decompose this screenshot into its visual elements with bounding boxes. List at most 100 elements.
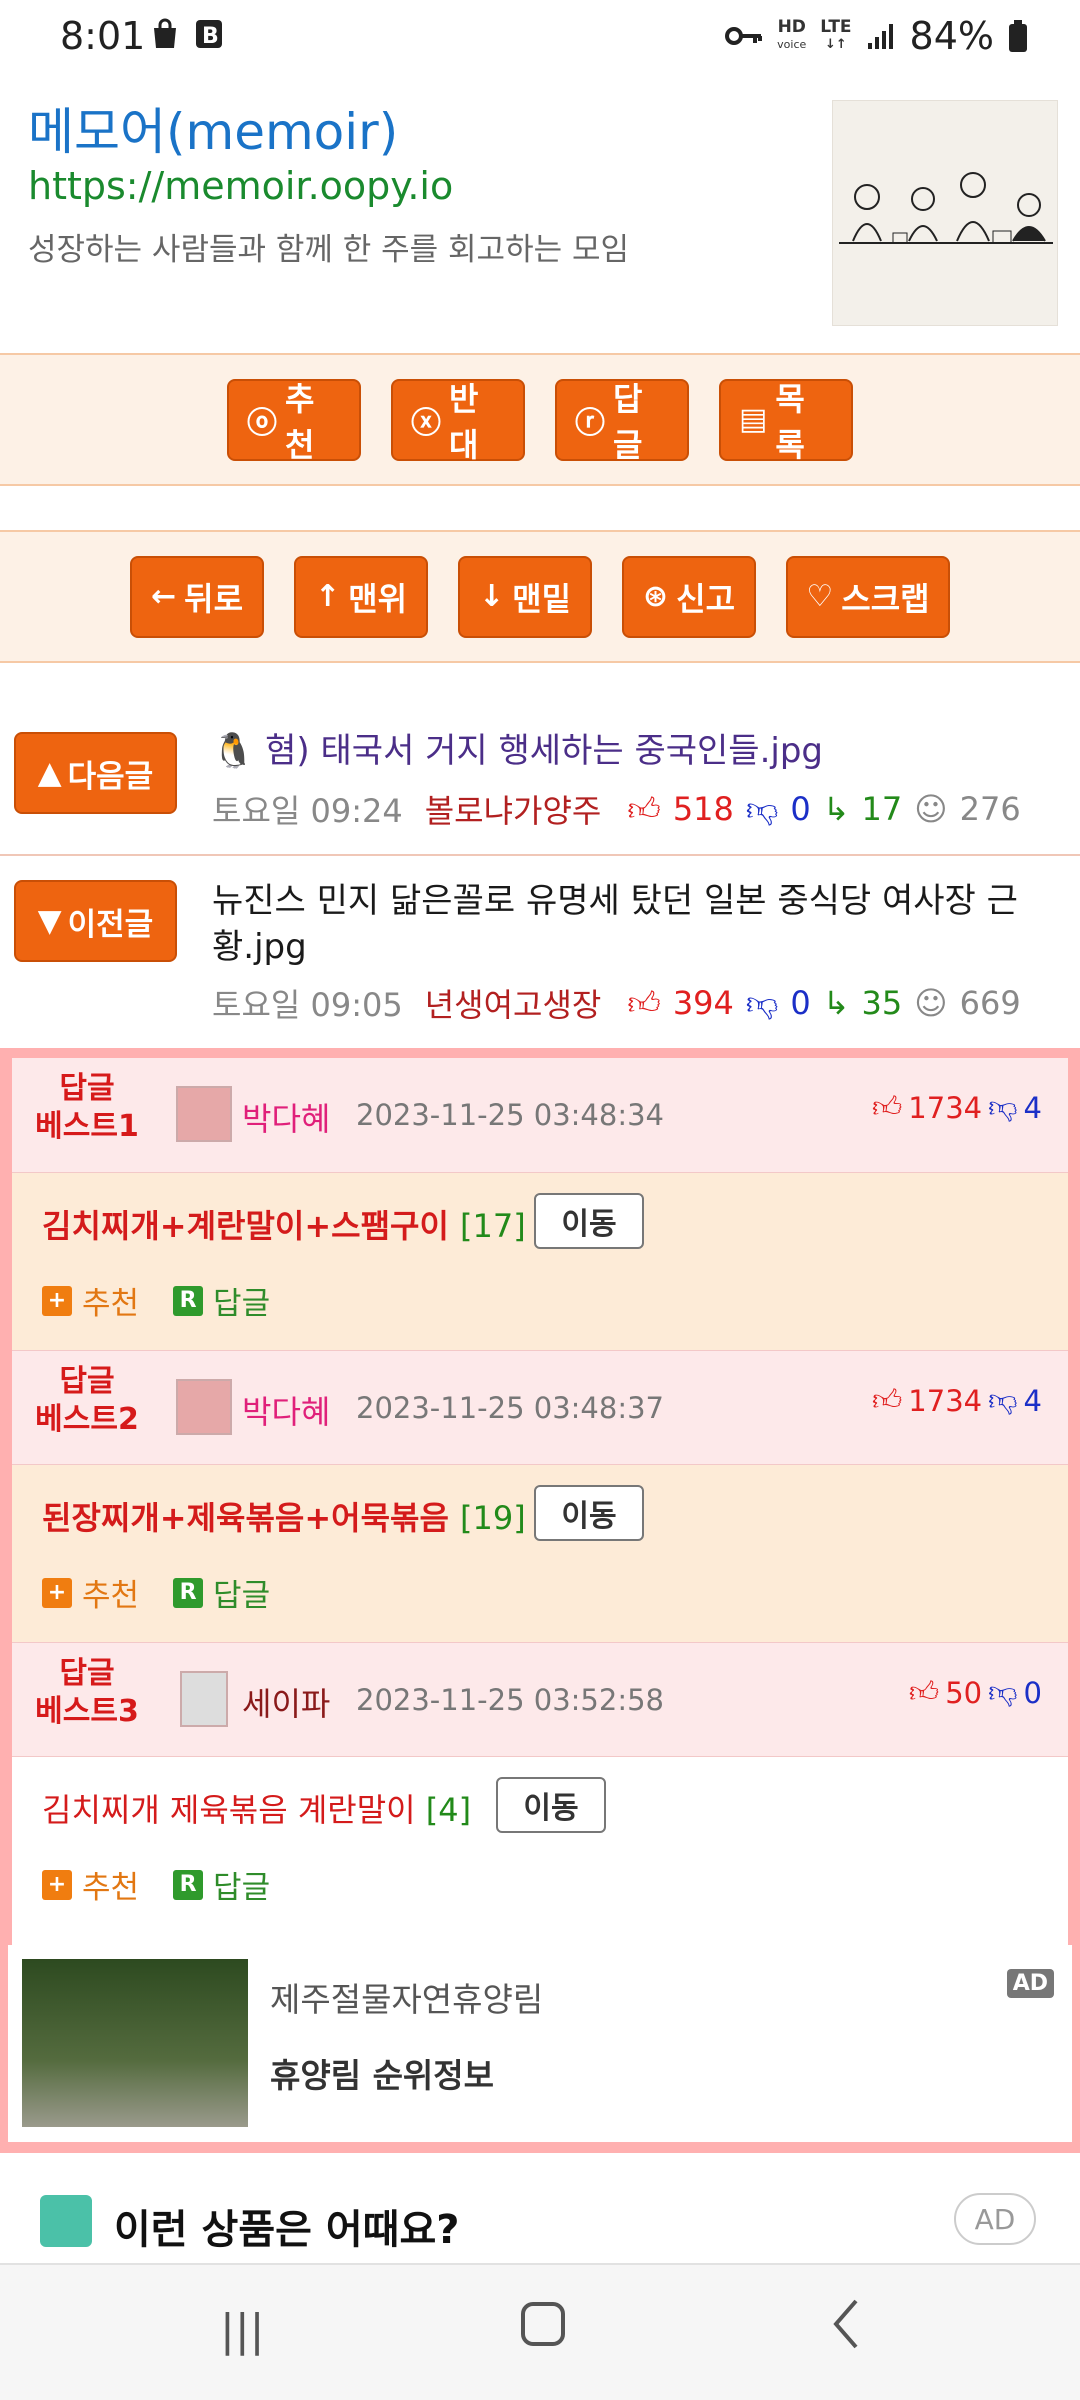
- best-reply-date: 2023-11-25 03:48:37: [356, 1391, 664, 1425]
- site-title[interactable]: 메모어(memoir): [28, 92, 398, 164]
- avatar[interactable]: [176, 1086, 232, 1142]
- r-icon: R: [173, 1577, 204, 1608]
- best-reply-text: 김치찌개+계란말이+스팸구이 [17]: [42, 1207, 526, 1245]
- arrow-left-icon: ←: [150, 579, 177, 614]
- plus-icon: +: [42, 1285, 72, 1316]
- site-thumbnail[interactable]: [832, 100, 1058, 326]
- circle-o-icon: ⓞ: [247, 405, 277, 441]
- thumbs-up-icon: 👍︎: [871, 1090, 903, 1124]
- top-button[interactable]: ↑ 맨위: [294, 555, 428, 638]
- shopping-bag-icon: [154, 18, 176, 48]
- best-reply-label: 답글 베스트3: [35, 1656, 139, 1729]
- best-reply-body: 김치찌개+계란말이+스팸구이 [17] 이동 + 추천 R 답글: [12, 1173, 1068, 1350]
- next-post-meta: 토요일 09:24 볼로냐가양주 👍︎ 518 👎︎ 0 ↳ 17 ☺ 276: [212, 786, 1021, 832]
- best-reply-recommend[interactable]: + 추천: [42, 1278, 139, 1323]
- thumbs-down-icon: 👎︎: [745, 983, 779, 1022]
- ad-banner[interactable]: 제주절물자연휴양림 휴양림 순위정보 AD: [0, 1945, 1080, 2150]
- oppose-button[interactable]: ⓧ 반대: [391, 378, 525, 464]
- best-reply-reply[interactable]: R 답글: [173, 1862, 270, 1907]
- heart-icon: ♡: [806, 579, 834, 614]
- list-icon: ▤: [739, 402, 768, 437]
- people-sketch-image: [839, 172, 1053, 244]
- r-icon: R: [173, 1869, 204, 1900]
- next-post-button[interactable]: ▲ 다음글: [14, 732, 177, 814]
- prev-post-button[interactable]: ▼ 이전글: [14, 880, 177, 962]
- shopping-bag-icon: [40, 2195, 92, 2247]
- prev-post-row[interactable]: ▼ 이전글 뉴진스 민지 닮은꼴로 유명세 탔던 일본 중식당 여사장 근황.jp…: [0, 856, 1080, 1048]
- avatar[interactable]: [180, 1671, 228, 1727]
- battery-percent: 84%: [909, 14, 994, 58]
- view-icon: ☺: [914, 984, 948, 1022]
- best-reply-header: 답글 베스트3 세이파 2023-11-25 03:52:58 👍︎ 50 👎︎ 0: [12, 1642, 1068, 1757]
- ad-subtitle[interactable]: 휴양림 순위정보: [270, 2049, 494, 2097]
- back-button[interactable]: ← 뒤로: [130, 555, 264, 638]
- best-reply-header: 답글 베스트2 박다혜 2023-11-25 03:48:37 👍︎ 1734 👎︎…: [12, 1350, 1068, 1465]
- clock: 8:01: [60, 14, 146, 58]
- best-reply-votes: 👍︎ 1734 👎︎ 4: [871, 1090, 1042, 1125]
- prev-post-meta: 토요일 09:05 년생여고생장 👍︎ 394 👎︎ 0 ↳ 35 ☺ 669: [212, 980, 1021, 1026]
- move-button[interactable]: 이동: [496, 1777, 606, 1833]
- best-reply-date: 2023-11-25 03:48:34: [356, 1098, 664, 1132]
- ad-title[interactable]: 제주절물자연휴양림: [270, 1973, 543, 2021]
- product-recommendation: 이런 상품은 어때요? AD: [0, 2153, 1080, 2263]
- best-replies-section: 답글 베스트1 박다혜 2023-11-25 03:48:34 👍︎ 1734 👎︎…: [0, 1048, 1080, 2153]
- penguin-icon: 🐧: [212, 731, 255, 771]
- best-reply-author[interactable]: 세이파: [242, 1679, 330, 1725]
- site-description: 성장하는 사람들과 함께 한 주를 회고하는 모임: [28, 232, 630, 268]
- best-reply-votes: 👍︎ 50 👎︎ 0: [908, 1675, 1042, 1710]
- best-reply-header: 답글 베스트1 박다혜 2023-11-25 03:48:34 👍︎ 1734 👎︎…: [12, 1058, 1068, 1173]
- home-icon[interactable]: [520, 2301, 566, 2351]
- thumbs-down-icon: 👎︎: [745, 789, 779, 828]
- svg-text:B: B: [202, 24, 219, 49]
- avatar[interactable]: [176, 1379, 232, 1435]
- move-button[interactable]: 이동: [534, 1193, 644, 1249]
- site-url[interactable]: https://memoir.oopy.io: [28, 164, 453, 208]
- recommend-button[interactable]: ⓞ 추천: [227, 378, 361, 464]
- r-icon: R: [173, 1285, 204, 1316]
- best-reply-votes: 👍︎ 1734 👎︎ 4: [871, 1383, 1042, 1418]
- best-reply-body: 김치찌개 제육볶음 계란말이 [4] 이동 + 추천 R 답글: [12, 1757, 1068, 1934]
- reply-arrow-icon: ↳: [822, 984, 850, 1022]
- move-button[interactable]: 이동: [534, 1485, 644, 1541]
- reply-arrow-icon: ↳: [822, 790, 850, 828]
- scrap-button[interactable]: ♡ 스크랩: [786, 555, 950, 638]
- triangle-down-icon: ▼: [37, 903, 62, 939]
- reply-button[interactable]: ⓡ 답글: [555, 378, 689, 464]
- site-header: 메모어(memoir) https://memoir.oopy.io 성장하는 …: [0, 78, 1080, 353]
- report-button[interactable]: ⊛ 신고: [622, 555, 756, 638]
- b-app-icon: B: [196, 20, 222, 49]
- list-button[interactable]: ▤ 목록: [719, 378, 853, 464]
- next-post-author[interactable]: 볼로냐가양주: [425, 786, 602, 832]
- back-icon[interactable]: [830, 2297, 860, 2355]
- thumbs-down-icon: 👎︎: [988, 1383, 1018, 1417]
- next-post-row[interactable]: ▲ 다음글 🐧 혐) 태국서 거지 행세하는 중국인들.jpg 토요일 09:24…: [0, 706, 1080, 856]
- best-reply-recommend[interactable]: + 추천: [42, 1570, 139, 1615]
- view-icon: ☺: [914, 790, 948, 828]
- thumbs-down-icon: 👎︎: [988, 1675, 1018, 1709]
- status-bar: 8:01 B HD voice LTE ↓↑ 84%: [0, 0, 1080, 78]
- best-reply-recommend[interactable]: + 추천: [42, 1862, 139, 1907]
- recent-apps-icon[interactable]: |||: [220, 2305, 264, 2356]
- thumbs-up-icon: 👍︎: [871, 1383, 903, 1417]
- thumbs-down-icon: 👎︎: [988, 1090, 1018, 1124]
- plus-icon: +: [42, 1577, 72, 1608]
- arrow-up-icon: ↑: [314, 579, 341, 614]
- thumbs-up-icon: 👍︎: [627, 789, 661, 828]
- navigation-action-bar: ← 뒤로 ↑ 맨위 ↓ 맨밑 ⊛ 신고 ♡ 스크랩: [0, 530, 1080, 663]
- circle-r-icon: ⓡ: [575, 405, 605, 441]
- key-icon: [725, 27, 763, 45]
- best-reply-author[interactable]: 박다혜: [242, 1387, 330, 1433]
- best-reply-body: 된장찌개+제육볶음+어묵볶음 [19] 이동 + 추천 R 답글: [12, 1465, 1068, 1642]
- best-reply-author[interactable]: 박다혜: [242, 1094, 330, 1140]
- best-reply-reply[interactable]: R 답글: [173, 1570, 270, 1615]
- prev-post-title[interactable]: 뉴진스 민지 닮은꼴로 유명세 탔던 일본 중식당 여사장 근황.jpg: [212, 878, 1062, 970]
- post-action-bar: ⓞ 추천 ⓧ 반대 ⓡ 답글 ▤ 목록: [0, 353, 1080, 486]
- bottom-button[interactable]: ↓ 맨밑: [458, 555, 592, 638]
- system-navigation-bar: |||: [0, 2263, 1080, 2400]
- prev-post-author[interactable]: 년생여고생장: [425, 980, 602, 1026]
- best-reply-reply[interactable]: R 답글: [173, 1278, 270, 1323]
- ad-label[interactable]: AD: [954, 2193, 1036, 2245]
- thumbs-up-icon: 👍︎: [908, 1675, 940, 1709]
- next-post-title[interactable]: 🐧 혐) 태국서 거지 행세하는 중국인들.jpg: [212, 728, 1062, 774]
- ad-badge: AD: [1006, 1969, 1054, 1998]
